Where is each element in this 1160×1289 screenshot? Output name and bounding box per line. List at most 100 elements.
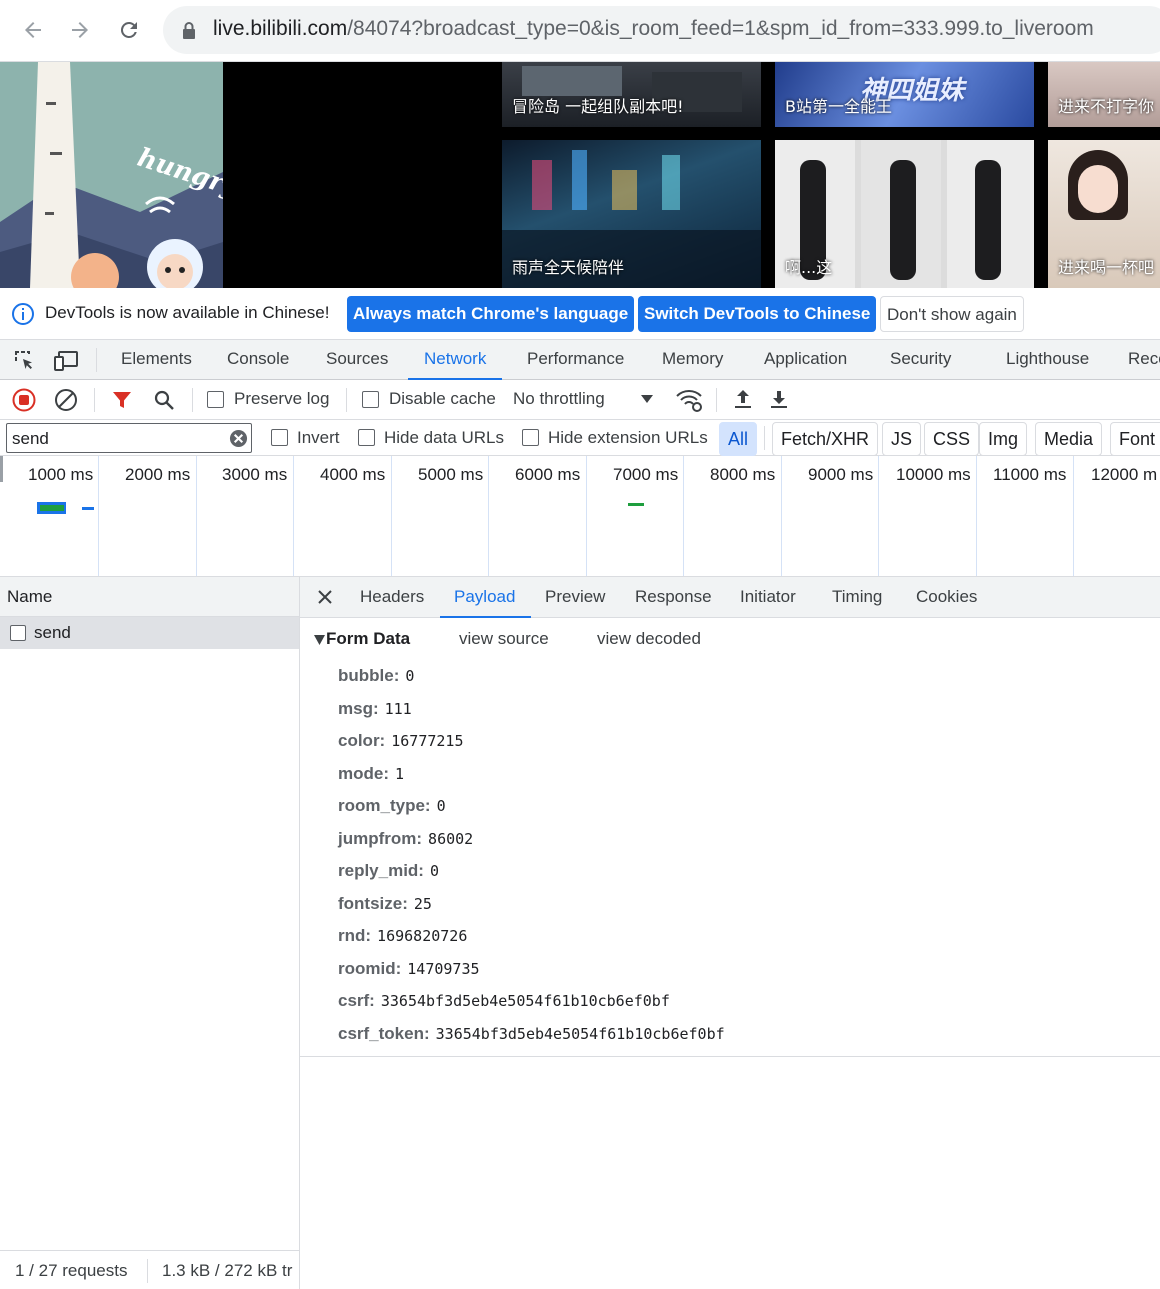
details-tabbar: Headers Payload Preview Response Initiat… xyxy=(300,577,1160,618)
dropdown-arrow-icon[interactable] xyxy=(640,394,654,404)
filter-chip-js[interactable]: JS xyxy=(882,422,922,456)
clear-icon[interactable] xyxy=(54,388,78,412)
hide-extension-urls-checkbox[interactable] xyxy=(522,429,539,446)
tab-sources[interactable]: Sources xyxy=(326,340,388,379)
room-background-art: hungry xyxy=(0,62,223,288)
timeline-tick-label: 9000 ms xyxy=(808,465,874,484)
form-field-row: mode: 1 xyxy=(338,764,404,788)
hungry-illustration: hungry xyxy=(0,62,223,288)
stop-recording-icon[interactable] xyxy=(12,388,36,412)
timeline-tick-label: 7000 ms xyxy=(613,465,679,484)
tab-headers[interactable]: Headers xyxy=(360,587,424,607)
tab-timing[interactable]: Timing xyxy=(832,587,882,607)
device-toolbar-icon[interactable] xyxy=(54,348,80,372)
form-field-key: jumpfrom: xyxy=(338,829,423,848)
view-decoded-link[interactable]: view decoded xyxy=(597,629,701,649)
filter-chip-img[interactable]: Img xyxy=(979,422,1028,456)
hide-data-urls-checkbox[interactable] xyxy=(358,429,375,446)
form-field-row: reply_mid: 0 xyxy=(338,861,439,885)
timeline-request-bar xyxy=(628,503,644,506)
form-field-value: 14709735 xyxy=(407,960,480,978)
collapse-triangle-icon[interactable] xyxy=(314,635,325,645)
tab-preview[interactable]: Preview xyxy=(545,587,605,607)
form-field-row: color: 16777215 xyxy=(338,731,463,755)
throttling-select[interactable]: No throttling xyxy=(513,389,605,409)
filter-chip-css[interactable]: CSS xyxy=(924,422,980,456)
tab-application[interactable]: Application xyxy=(764,340,847,379)
form-field-key: bubble: xyxy=(338,666,400,685)
web-page-viewport: hungry 冒险岛 一起组队副本吧! 神四姐妹 B站第一全能王 进来不打字你 … xyxy=(0,62,1160,288)
tab-payload[interactable]: Payload xyxy=(454,587,515,607)
live-card-title: 冒险岛 一起组队副本吧! xyxy=(512,97,684,116)
always-match-language-button[interactable]: Always match Chrome's language xyxy=(347,296,635,332)
name-column-header[interactable]: Name xyxy=(0,577,299,617)
form-field-key: room_type: xyxy=(338,796,431,815)
timeline-range-handle[interactable] xyxy=(0,456,3,482)
tab-security[interactable]: Security xyxy=(890,340,951,379)
address-bar[interactable]: live.bilibili.com/84074?broadcast_type=0… xyxy=(163,6,1160,54)
dont-show-again-button[interactable]: Don't show again xyxy=(880,296,1024,332)
tab-lighthouse[interactable]: Lighthouse xyxy=(1006,340,1089,379)
requests-panel: Name send 1 / 27 requests 1.3 kB / 272 k… xyxy=(0,577,300,1289)
live-card[interactable]: 神四姐妹 B站第一全能王 xyxy=(775,62,1034,127)
form-field-value: 1696820726 xyxy=(377,927,468,945)
tab-cookies[interactable]: Cookies xyxy=(916,587,977,607)
view-source-link[interactable]: view source xyxy=(459,629,549,649)
active-tab-indicator xyxy=(440,616,531,618)
preserve-log-label: Preserve log xyxy=(234,389,330,408)
import-har-icon[interactable] xyxy=(731,387,755,411)
form-field-row: bubble: 0 xyxy=(338,666,414,690)
tab-initiator[interactable]: Initiator xyxy=(740,587,796,607)
tab-elements[interactable]: Elements xyxy=(121,340,192,379)
form-field-row: fontsize: 25 xyxy=(338,894,432,918)
form-field-key: fontsize: xyxy=(338,894,408,913)
live-card[interactable]: 雨声全天候陪伴 xyxy=(502,140,761,288)
reload-button[interactable] xyxy=(113,14,145,46)
filter-chip-all[interactable]: All xyxy=(719,422,758,456)
form-field-value: 33654bf3d5eb4e5054f61b10cb6ef0bf xyxy=(435,1025,725,1043)
timeline-tick-label: 3000 ms xyxy=(222,465,288,484)
inspect-element-icon[interactable] xyxy=(12,348,36,372)
request-row[interactable]: send xyxy=(0,617,299,649)
tab-network[interactable]: Network xyxy=(407,340,503,380)
form-field-row: room_type: 0 xyxy=(338,796,446,820)
clear-filter-icon[interactable] xyxy=(229,429,248,448)
switch-to-chinese-button[interactable]: Switch DevTools to Chinese xyxy=(638,296,877,332)
disable-cache-checkbox[interactable] xyxy=(362,391,379,408)
invert-checkbox[interactable] xyxy=(271,429,288,446)
live-card[interactable]: 冒险岛 一起组队副本吧! xyxy=(502,62,761,127)
network-conditions-icon[interactable] xyxy=(675,387,703,413)
filter-chip-font[interactable]: Font xyxy=(1110,422,1160,456)
tab-response[interactable]: Response xyxy=(635,587,712,607)
search-icon[interactable] xyxy=(152,388,176,412)
preserve-log-checkbox[interactable] xyxy=(207,391,224,408)
network-status-bar: 1 / 27 requests 1.3 kB / 272 kB tr xyxy=(0,1250,299,1289)
tab-recorder[interactable]: Reco xyxy=(1128,340,1160,379)
timeline-tick-label: 2000 ms xyxy=(125,465,191,484)
forward-button[interactable] xyxy=(64,14,96,46)
hide-data-urls-label: Hide data URLs xyxy=(384,428,505,447)
filter-input-value: send xyxy=(12,429,49,448)
tab-memory[interactable]: Memory xyxy=(662,340,723,379)
live-card[interactable]: 进来不打字你 xyxy=(1048,62,1160,127)
live-card[interactable]: 啊...这 xyxy=(775,140,1034,288)
invert-label: Invert xyxy=(297,428,340,447)
transfer-size: 1.3 kB / 272 kB tr xyxy=(162,1261,293,1280)
live-card[interactable]: 进来喝一杯吧 xyxy=(1048,140,1160,288)
filter-input[interactable]: send xyxy=(6,423,252,453)
tab-performance[interactable]: Performance xyxy=(527,340,624,379)
url-text: live.bilibili.com/84074?broadcast_type=0… xyxy=(213,17,1094,41)
infobar-message: DevTools is now available in Chinese! xyxy=(45,303,330,322)
timeline-tick-label: 8000 ms xyxy=(710,465,776,484)
back-button[interactable] xyxy=(17,14,49,46)
filter-chip-fetch-xhr[interactable]: Fetch/XHR xyxy=(772,422,879,456)
filter-icon[interactable] xyxy=(110,388,134,412)
form-data-heading[interactable]: Form Data xyxy=(326,629,410,649)
filter-chip-media[interactable]: Media xyxy=(1035,422,1103,456)
tab-console[interactable]: Console xyxy=(227,340,289,379)
export-har-icon[interactable] xyxy=(767,387,791,411)
form-field-row: csrf: 33654bf3d5eb4e5054f61b10cb6ef0bf xyxy=(338,991,670,1015)
network-overview-timeline[interactable]: 1000 ms 2000 ms 3000 ms 4000 ms 5000 ms … xyxy=(0,456,1160,577)
form-field-value: 33654bf3d5eb4e5054f61b10cb6ef0bf xyxy=(380,992,670,1010)
close-icon[interactable] xyxy=(317,589,333,605)
